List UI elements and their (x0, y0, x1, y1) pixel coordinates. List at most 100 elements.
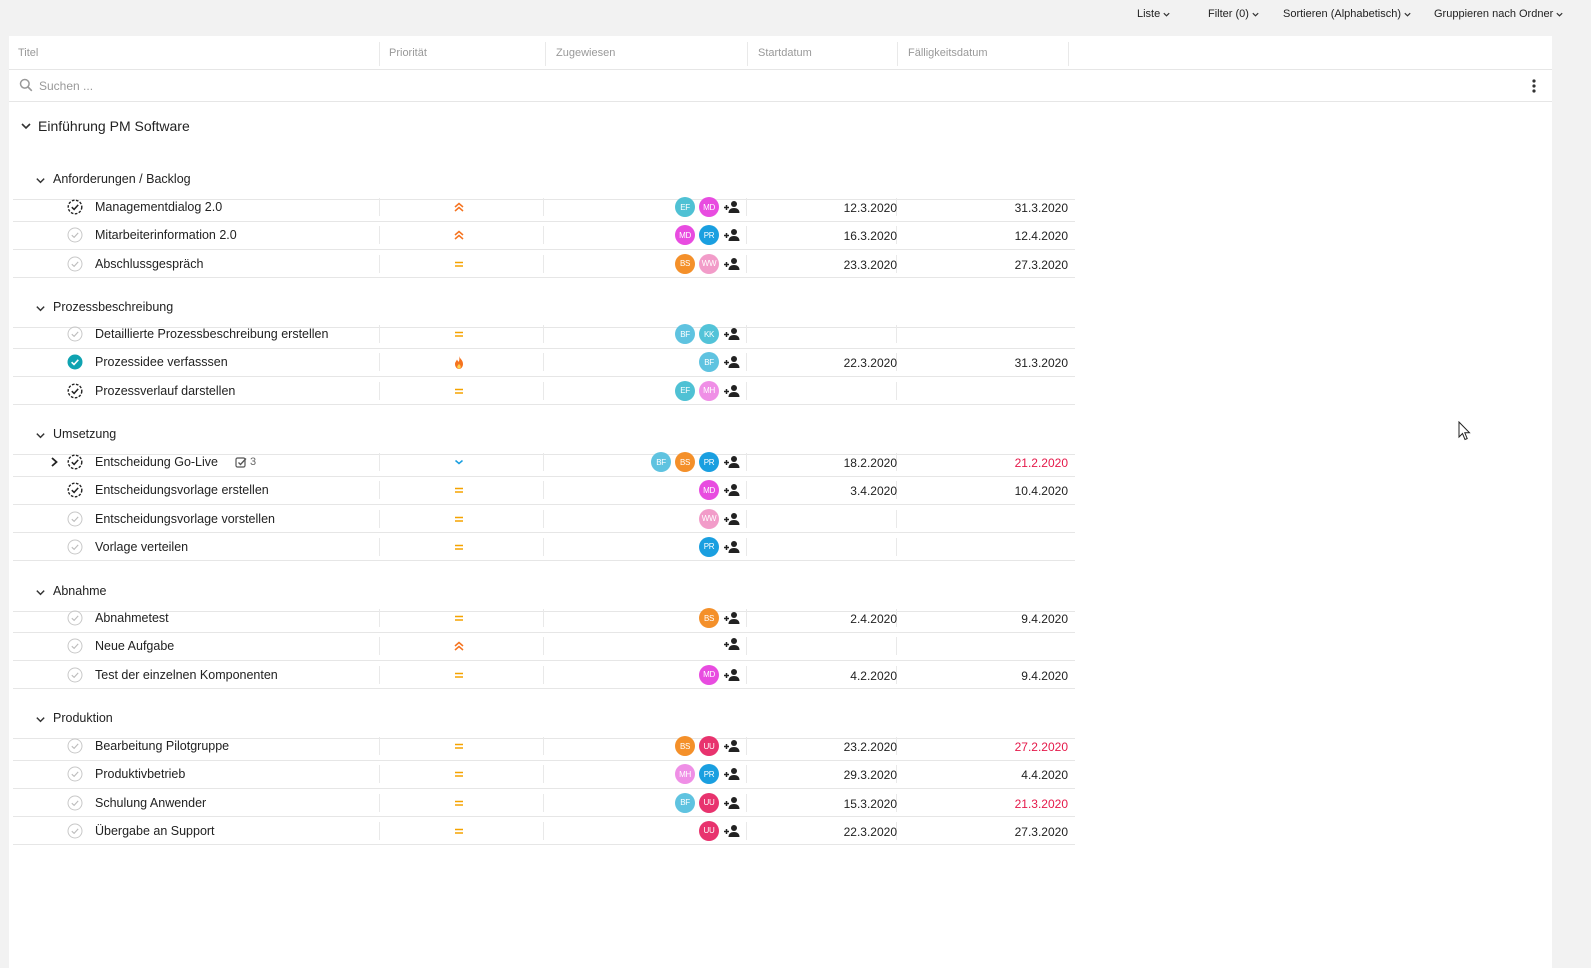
start-date[interactable]: 4.2.2020 (850, 669, 897, 683)
avatar[interactable]: EF (675, 380, 695, 401)
due-date[interactable]: 9.4.2020 (1021, 669, 1068, 683)
priority-normal-icon[interactable] (451, 738, 467, 754)
column-assigned[interactable]: Zugewiesen (556, 47, 615, 59)
filter-dropdown[interactable]: Filter (0) (1208, 8, 1260, 20)
status-in-progress-icon[interactable] (67, 454, 83, 470)
avatar[interactable]: WW (699, 253, 719, 274)
chevron-down-icon[interactable] (35, 303, 46, 314)
task-title[interactable]: Entscheidung Go-Live (95, 455, 218, 469)
task-title[interactable]: Entscheidungsvorlage vorstellen (95, 512, 275, 526)
avatar[interactable]: PR (699, 764, 719, 785)
priority-high-icon[interactable] (451, 199, 467, 215)
avatar[interactable]: BS (675, 452, 695, 472)
avatar[interactable]: WW (699, 508, 719, 529)
avatar[interactable]: BS (699, 608, 719, 628)
priority-normal-icon[interactable] (451, 823, 467, 839)
task-title[interactable]: Detaillierte Prozessbeschreibung erstell… (95, 327, 328, 341)
column-priority[interactable]: Priorität (389, 47, 427, 59)
add-assignee-button[interactable] (723, 227, 741, 243)
avatar[interactable]: EF (675, 197, 695, 217)
avatar[interactable]: KK (699, 324, 719, 344)
task-title[interactable]: Schulung Anwender (95, 796, 206, 810)
start-date[interactable]: 29.3.2020 (844, 768, 897, 782)
avatar[interactable]: UU (699, 792, 719, 813)
table-row[interactable]: Entscheidung Go-Live 3 BF BS PR 18.2.2020 21.2… (13, 448, 1075, 477)
table-row[interactable]: Detaillierte Prozessbeschreibung erstell… (13, 320, 1075, 349)
start-date[interactable]: 18.2.2020 (844, 456, 897, 470)
more-options-icon[interactable] (1526, 78, 1542, 94)
priority-normal-icon[interactable] (451, 795, 467, 811)
chevron-down-icon[interactable] (35, 714, 46, 725)
status-open-icon[interactable] (67, 256, 83, 272)
due-date[interactable]: 21.3.2020 (1015, 797, 1068, 811)
priority-normal-icon[interactable] (451, 256, 467, 272)
task-title[interactable]: Abnahmetest (95, 611, 169, 625)
table-row[interactable]: Test der einzelnen Komponenten MD 4.2.2020… (13, 661, 1075, 690)
column-start[interactable]: Startdatum (758, 47, 812, 59)
start-date[interactable]: 22.3.2020 (844, 825, 897, 839)
table-row[interactable]: Mitarbeiterinformation 2.0 MD PR 16.3.2020 1… (13, 221, 1075, 250)
search-input[interactable] (39, 77, 639, 95)
table-row[interactable]: Managementdialog 2.0 EF MD 12.3.2020 31.3.20… (13, 193, 1075, 222)
add-assignee-button[interactable] (723, 795, 741, 811)
table-row[interactable]: Prozessverlauf darstellen EF MH (13, 377, 1075, 406)
due-date[interactable]: 10.4.2020 (1015, 484, 1068, 498)
start-date[interactable]: 15.3.2020 (844, 797, 897, 811)
status-open-icon[interactable] (67, 227, 83, 243)
add-assignee-button[interactable] (723, 823, 741, 839)
avatar[interactable]: PR (699, 225, 719, 246)
add-assignee-button[interactable] (723, 326, 741, 342)
due-date[interactable]: 27.3.2020 (1015, 825, 1068, 839)
task-title[interactable]: Neue Aufgabe (95, 639, 174, 653)
due-date[interactable]: 27.2.2020 (1015, 740, 1068, 754)
start-date[interactable]: 23.2.2020 (844, 740, 897, 754)
task-title[interactable]: Test der einzelnen Komponenten (95, 668, 278, 682)
priority-normal-icon[interactable] (451, 610, 467, 626)
avatar[interactable]: MH (675, 764, 695, 785)
priority-normal-icon[interactable] (451, 539, 467, 555)
table-row[interactable]: Entscheidungsvorlage vorstellen WW (13, 505, 1075, 534)
start-date[interactable]: 22.3.2020 (844, 356, 897, 370)
avatar[interactable]: BS (675, 736, 695, 756)
chevron-right-icon[interactable] (49, 456, 59, 468)
priority-high-icon[interactable] (451, 227, 467, 243)
task-title[interactable]: Übergabe an Support (95, 824, 215, 838)
add-assignee-button[interactable] (723, 738, 741, 754)
status-open-icon[interactable] (67, 326, 83, 342)
add-assignee-button[interactable] (723, 539, 741, 555)
add-assignee-button[interactable] (723, 383, 741, 399)
table-row[interactable]: Produktivbetrieb MH PR 29.3.2020 4.4.2020 (13, 760, 1075, 789)
chevron-down-icon[interactable] (35, 587, 46, 598)
add-assignee-button[interactable] (723, 354, 741, 370)
priority-low-icon[interactable] (451, 454, 467, 470)
avatar[interactable]: BF (651, 452, 671, 472)
due-date[interactable]: 31.3.2020 (1015, 356, 1068, 370)
priority-high-icon[interactable] (451, 638, 467, 654)
avatar[interactable]: MD (675, 225, 695, 246)
task-title[interactable]: Entscheidungsvorlage erstellen (95, 483, 269, 497)
priority-normal-icon[interactable] (451, 667, 467, 683)
status-done-icon[interactable] (67, 354, 83, 370)
sort-dropdown[interactable]: Sortieren (Alphabetisch) (1283, 8, 1412, 20)
avatar[interactable]: BS (675, 253, 695, 274)
start-date[interactable]: 2.4.2020 (850, 612, 897, 626)
avatar[interactable]: MH (699, 380, 719, 401)
add-assignee-button[interactable] (723, 454, 741, 470)
avatar[interactable]: BF (675, 792, 695, 813)
task-title[interactable]: Produktivbetrieb (95, 767, 185, 781)
priority-normal-icon[interactable] (451, 766, 467, 782)
start-date[interactable]: 3.4.2020 (850, 484, 897, 498)
status-in-progress-icon[interactable] (67, 383, 83, 399)
column-due[interactable]: Fälligkeitsdatum (908, 47, 987, 59)
table-row[interactable]: Neue Aufgabe (13, 632, 1075, 661)
priority-normal-icon[interactable] (451, 383, 467, 399)
table-row[interactable]: Bearbeitung Pilotgruppe BS UU 23.2.2020 27.2… (13, 732, 1075, 761)
priority-normal-icon[interactable] (451, 326, 467, 342)
start-date[interactable]: 23.3.2020 (844, 258, 897, 272)
avatar[interactable]: BF (699, 352, 719, 373)
add-assignee-button[interactable] (723, 636, 741, 652)
avatar[interactable]: PR (699, 452, 719, 472)
add-assignee-button[interactable] (723, 199, 741, 215)
due-date[interactable]: 27.3.2020 (1015, 258, 1068, 272)
avatar[interactable]: BF (675, 324, 695, 344)
